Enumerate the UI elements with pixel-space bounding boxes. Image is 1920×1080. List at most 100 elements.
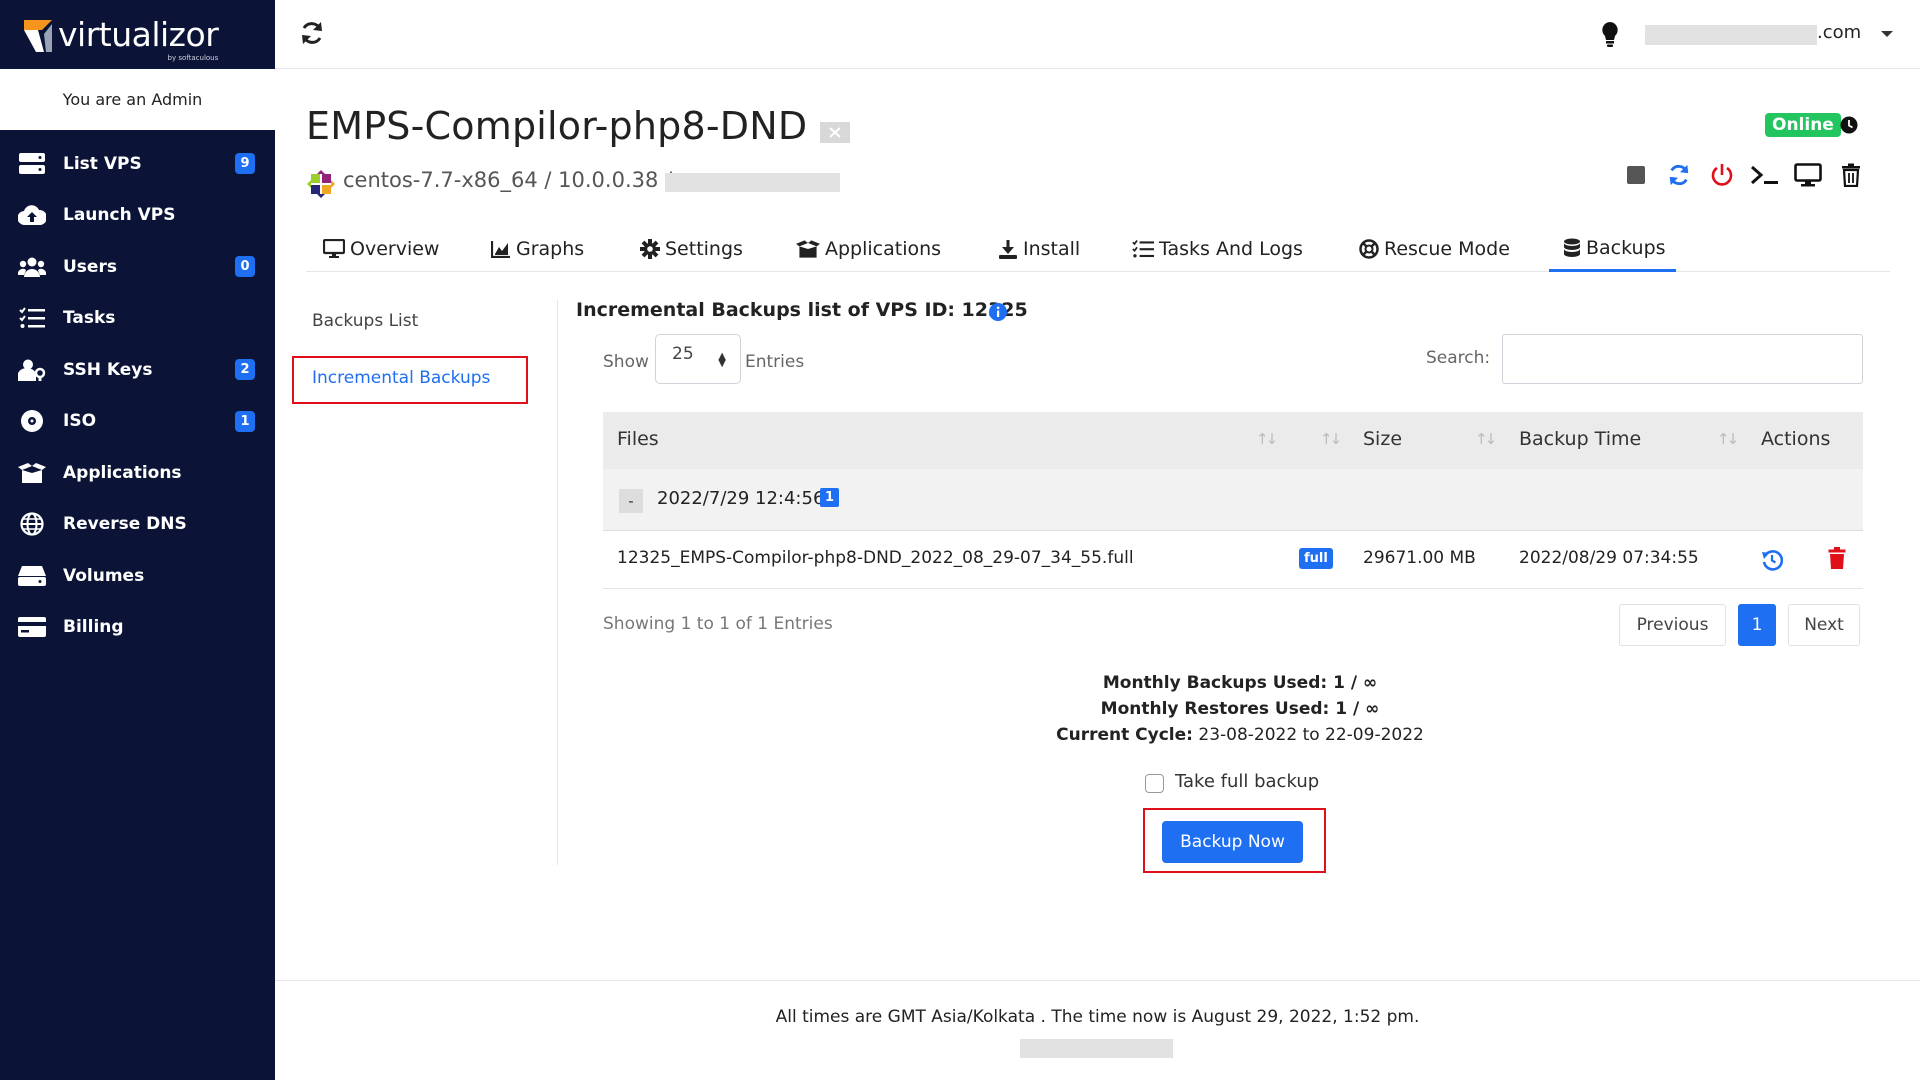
life-ring-icon bbox=[1359, 239, 1379, 259]
brand-name: virtualizor by softaculous bbox=[58, 15, 219, 62]
chevron-down-icon[interactable] bbox=[1881, 31, 1893, 37]
sidebar-item-ssh-keys[interactable]: SSH Keys 2 bbox=[0, 344, 275, 396]
sort-icon[interactable]: ↑↓ bbox=[1320, 430, 1342, 448]
vnc-button[interactable] bbox=[1786, 160, 1829, 190]
trash-icon bbox=[1841, 163, 1860, 187]
submenu-backups-list[interactable]: Backups List bbox=[312, 311, 418, 331]
backup-size: 29671.00 MB bbox=[1363, 548, 1476, 568]
sidebar-item-iso[interactable]: ISO 1 bbox=[0, 396, 275, 448]
tab-label: Install bbox=[1023, 238, 1081, 260]
count-badge: 0 bbox=[235, 256, 255, 278]
clock-icon bbox=[1840, 116, 1858, 134]
redacted-footer bbox=[1020, 1039, 1173, 1058]
page-title: EMPS-Compilor-php8-DND bbox=[306, 104, 808, 148]
user-key-icon bbox=[18, 358, 46, 382]
sidebar-item-label: Launch VPS bbox=[63, 205, 176, 226]
lightbulb-icon[interactable] bbox=[1600, 21, 1620, 47]
stop-icon bbox=[1626, 166, 1645, 184]
desktop-icon bbox=[1793, 163, 1822, 187]
tasks-icon bbox=[18, 306, 46, 330]
sidebar-item-label: ISO bbox=[63, 411, 97, 432]
vps-tabs: Overview Graphs Settings Applications In… bbox=[306, 226, 1890, 272]
page-1-button[interactable]: 1 bbox=[1738, 604, 1776, 646]
tab-install[interactable]: Install bbox=[998, 226, 1080, 272]
tab-label: Settings bbox=[665, 238, 743, 260]
monthly-restores-label: Monthly Restores Used: bbox=[1100, 699, 1330, 719]
count-badge: 1 bbox=[235, 410, 255, 432]
database-icon bbox=[1564, 238, 1580, 257]
refresh-icon[interactable] bbox=[299, 20, 325, 46]
flag-icon bbox=[820, 122, 850, 143]
trash-icon[interactable] bbox=[1828, 547, 1846, 569]
sidebar-item-list-vps[interactable]: List VPS 9 bbox=[0, 138, 275, 190]
tab-settings[interactable]: Settings bbox=[640, 226, 743, 272]
sidebar-item-billing[interactable]: Billing bbox=[0, 602, 275, 654]
search-label: Search: bbox=[1426, 348, 1491, 368]
sidebar-item-label: Volumes bbox=[63, 565, 145, 586]
count-badge: 9 bbox=[235, 153, 255, 175]
box-open-icon bbox=[18, 461, 46, 485]
sort-icon[interactable]: ↑↓ bbox=[1475, 430, 1497, 448]
tab-rescue-mode[interactable]: Rescue Mode bbox=[1359, 226, 1510, 272]
status-badge: Online bbox=[1765, 113, 1841, 137]
sidebar-item-volumes[interactable]: Volumes bbox=[0, 550, 275, 602]
monthly-restores-line: Monthly Restores Used: 1 / ∞ bbox=[1000, 696, 1480, 722]
user-domain[interactable]: .com bbox=[1817, 22, 1861, 43]
tab-applications[interactable]: Applications bbox=[796, 226, 941, 272]
tab-label: Tasks And Logs bbox=[1159, 238, 1303, 260]
hdd-icon bbox=[18, 564, 46, 588]
column-files[interactable]: Files bbox=[617, 428, 659, 450]
tab-graphs[interactable]: Graphs bbox=[491, 226, 584, 272]
sidebar-item-label: Tasks bbox=[63, 308, 116, 329]
sidebar-item-users[interactable]: Users 0 bbox=[0, 241, 275, 293]
previous-button[interactable]: Previous bbox=[1619, 604, 1726, 646]
info-icon[interactable] bbox=[989, 303, 1007, 321]
credit-card-icon bbox=[18, 615, 46, 639]
sidebar-item-launch-vps[interactable]: Launch VPS bbox=[0, 190, 275, 242]
backup-now-button[interactable]: Backup Now bbox=[1162, 821, 1303, 863]
poweroff-button[interactable] bbox=[1700, 160, 1743, 190]
topbar: .com bbox=[275, 0, 1920, 69]
sort-icon[interactable]: ↑↓ bbox=[1256, 430, 1278, 448]
console-button[interactable] bbox=[1743, 160, 1786, 190]
restore-icon[interactable] bbox=[1761, 549, 1783, 571]
table-header: Files ↑↓ ↑↓ Size ↑↓ Backup Time ↑↓ Actio… bbox=[603, 412, 1863, 469]
count-badge: 2 bbox=[235, 359, 255, 381]
column-size[interactable]: Size bbox=[1363, 428, 1402, 450]
tab-tasks-and-logs[interactable]: Tasks And Logs bbox=[1132, 226, 1303, 272]
tab-label: Rescue Mode bbox=[1384, 238, 1510, 260]
sync-icon bbox=[1669, 164, 1688, 186]
list-check-icon bbox=[1132, 240, 1154, 258]
terminal-icon bbox=[1750, 165, 1778, 185]
chart-icon bbox=[491, 241, 510, 258]
next-button[interactable]: Next bbox=[1788, 604, 1860, 646]
tab-backups[interactable]: Backups bbox=[1549, 226, 1676, 272]
server-icon bbox=[18, 152, 46, 176]
tab-overview[interactable]: Overview bbox=[323, 226, 439, 272]
full-backup-checkbox[interactable] bbox=[1145, 774, 1164, 793]
restart-button[interactable] bbox=[1657, 160, 1700, 190]
table-row: 12325_EMPS-Compilor-php8-DND_2022_08_29-… bbox=[603, 531, 1863, 589]
sidebar-item-tasks[interactable]: Tasks bbox=[0, 293, 275, 345]
stop-button[interactable] bbox=[1614, 160, 1657, 190]
column-backup-time[interactable]: Backup Time bbox=[1519, 428, 1641, 450]
group-row[interactable]: - 2022/7/29 12:4:56 1 bbox=[603, 469, 1863, 531]
search-input[interactable] bbox=[1502, 334, 1863, 384]
sidebar-item-reverse-dns[interactable]: Reverse DNS bbox=[0, 499, 275, 551]
collapse-button[interactable]: - bbox=[619, 489, 643, 513]
power-icon bbox=[1711, 164, 1732, 186]
sidebar-item-label: SSH Keys bbox=[63, 359, 153, 380]
delete-vps-button[interactable] bbox=[1829, 160, 1872, 190]
admin-notice: You are an Admin bbox=[0, 69, 275, 130]
sort-icon[interactable]: ↑↓ bbox=[1717, 430, 1739, 448]
entries-per-page-select[interactable]: 25 ▲ ▼ bbox=[655, 334, 741, 384]
group-count-badge: 1 bbox=[820, 488, 840, 507]
gear-icon bbox=[640, 239, 660, 259]
full-backup-label[interactable]: Take full backup bbox=[1175, 771, 1319, 792]
cloud-upload-icon bbox=[18, 203, 46, 227]
column-actions: Actions bbox=[1761, 428, 1831, 450]
sidebar-item-applications[interactable]: Applications bbox=[0, 447, 275, 499]
box-open-icon bbox=[796, 240, 820, 258]
users-icon bbox=[18, 255, 46, 279]
logo[interactable]: virtualizor by softaculous bbox=[0, 0, 275, 69]
